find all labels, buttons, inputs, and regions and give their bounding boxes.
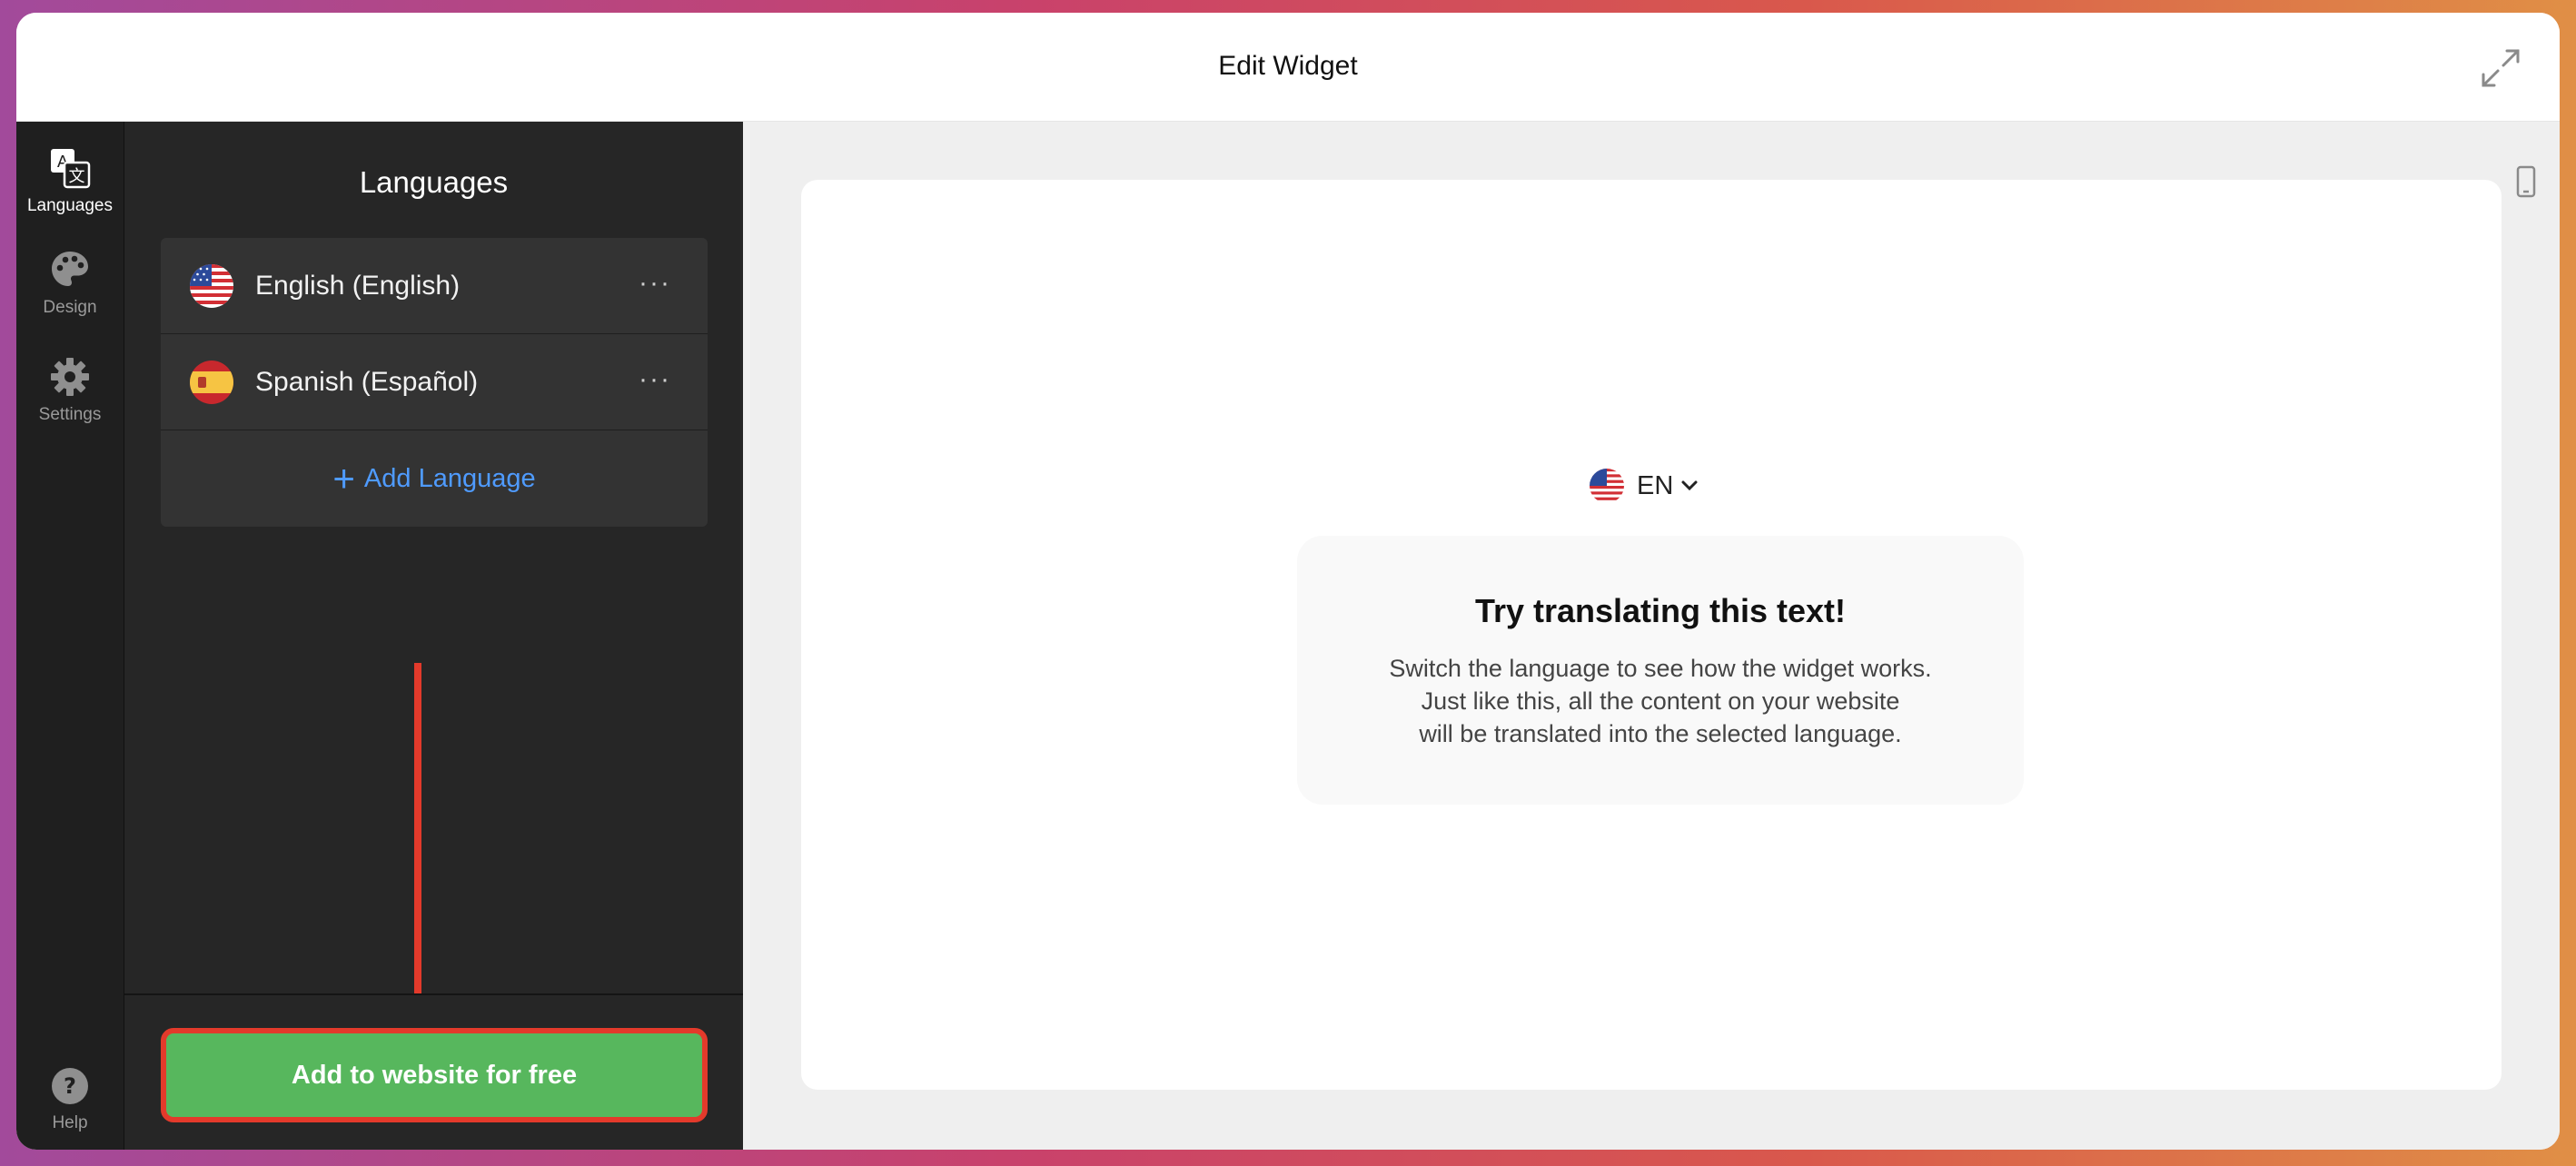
rail-item-languages[interactable]: A 文 Languages [16,147,124,216]
us-flag-icon [190,263,233,308]
panel-footer: Add to website for free [124,993,744,1150]
preview-canvas: EN Try translating this text! Switch the… [801,180,2502,1090]
rail-item-help[interactable]: ? Help [16,1066,124,1133]
card-body: Switch the language to see how the widge… [1297,652,2024,750]
svg-text:文: 文 [69,167,85,186]
sample-text-card: Try translating this text! Switch the la… [1297,536,2024,805]
us-flag-icon [1590,469,1624,503]
translate-icon: A 文 [51,149,91,189]
expand-icon[interactable] [2478,45,2523,91]
add-language-button[interactable]: + Add Language [161,430,708,527]
gear-icon [51,358,89,396]
help-icon: ? [52,1068,88,1104]
chevron-down-icon [1681,480,1698,491]
es-flag-icon [190,360,233,404]
language-switcher[interactable]: EN [1590,469,1699,503]
mobile-preview-icon[interactable] [2516,165,2536,203]
language-list: English (English) ··· Spanish (Español) … [161,238,708,527]
rail-label-settings: Settings [38,405,102,424]
preview-area: EN Try translating this text! Switch the… [743,122,2560,1150]
card-line: Switch the language to see how the widge… [1389,655,1932,682]
svg-text:?: ? [64,1073,76,1099]
language-name: English (English) [255,270,461,301]
add-to-website-button[interactable]: Add to website for free [161,1028,708,1122]
icon-rail: A 文 Languages Design Settings ? Help [16,122,124,1150]
card-line: will be translated into the selected lan… [1419,720,1902,747]
switcher-language-code: EN [1637,470,1674,500]
card-title: Try translating this text! [1474,592,1847,629]
language-name: Spanish (Español) [255,366,479,397]
card-line: Just like this, all the content on your … [1421,687,1900,715]
rail-item-design[interactable]: Design [16,249,124,318]
rail-label-help: Help [52,1113,88,1132]
languages-panel: Languages English (English) ··· Spanish … [124,122,744,1150]
editor-window: Edit Widget A 文 Languages Design Setting… [16,13,2560,1150]
title-bar: Edit Widget [16,13,2560,122]
rail-item-settings[interactable]: Settings [16,356,124,425]
language-row-english[interactable]: English (English) ··· [161,238,708,334]
rail-label-languages: Languages [26,196,114,215]
panel-title: Languages [359,165,509,199]
window-title: Edit Widget [1218,51,1358,81]
palette-icon [52,252,88,286]
add-language-label: Add Language [363,463,536,493]
language-row-spanish[interactable]: Spanish (Español) ··· [161,334,708,430]
rail-label-design: Design [43,298,97,317]
plus-icon: + [332,457,355,499]
